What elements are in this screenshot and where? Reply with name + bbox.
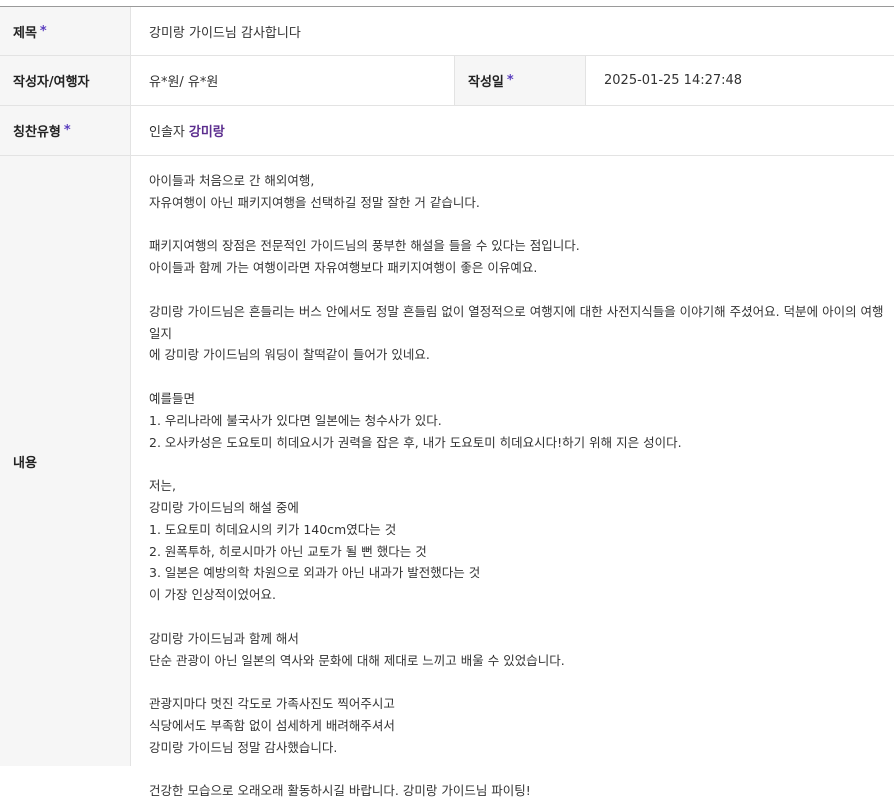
content-line: 저는, [149,478,176,494]
title-label: 제목 [13,25,37,41]
required-mark: * [506,73,514,88]
content-line: 이 가장 인상적이었어요. [149,587,276,603]
title-label-cell: 제목 * [0,7,131,55]
content-line: 1. 도요토미 히데요시의 키가 140cm였다는 것 [149,521,397,537]
content-line: 3. 일본은 예방의학 차원으로 외과가 아닌 내과가 발전했다는 것 [149,565,481,581]
author-value: 유*원/ 유*원 [149,75,219,90]
content-line: 자유여행이 아닌 패키지여행을 선택하길 정말 잘한 거 같습니다. [149,194,480,210]
author-label: 작성자/여행자 [0,56,131,105]
praise-value: 인솔자 강미랑 [131,106,894,155]
content-line: 강미랑 가이드님의 해설 중에 [149,499,299,515]
date-label: 작성일 [468,75,504,90]
content-line [149,279,894,301]
praise-label-cell: 칭찬유형 * [0,106,131,155]
content-line: 단순 관광이 아닌 일본의 역사와 문화에 대해 제대로 느끼고 배울 수 있었… [149,652,565,668]
date-value: 2025-01-25 14:27:48 [604,73,743,88]
review-detail-table: 제목 * 강미랑 가이드님 감사합니다 작성자/여행자 유*원/ 유*원 작성일 *… [0,6,894,798]
content-line: 식당에서도 부족함 없이 섬세하게 배려해주셔서 [149,717,395,733]
content-label: 내용 [0,156,131,766]
content-line: 관광지마다 멋진 각도로 가족사진도 찍어주시고 [149,696,395,712]
content-line: 예를들면 [149,390,196,406]
content-line [149,453,894,475]
praise-label: 칭찬유형 [13,125,61,140]
content-line: 패키지여행의 장점은 전문적인 가이드님의 풍부한 해설을 들을 수 있다는 점… [149,238,580,254]
title-row: 제목 * 강미랑 가이드님 감사합니다 [0,7,894,56]
content-line [149,759,894,781]
content-line: 2. 오사카성은 도요토미 히데요시가 권력을 잡은 후, 내가 도요토미 히데… [149,434,682,450]
content-row: 내용 아이들과 처음으로 간 해외여행, 자유여행이 아닌 패키지여행을 선택하길… [0,156,894,798]
praise-type-row: 칭찬유형 * 인솔자 강미랑 [0,106,894,156]
guide-name: 강미랑 [188,125,225,140]
content-line: 에 강미랑 가이드님의 워딩이 찰떡같이 들어가 있네요. [149,347,430,363]
author-date-row: 작성자/여행자 유*원/ 유*원 작성일 * 2025-01-25 14:27:4… [0,56,894,106]
content-line: 아이들과 함께 가는 여행이라면 자유여행보다 패키지여행이 좋은 이유예요. [149,260,538,276]
date-label-cell: 작성일 * [454,56,586,105]
content-line: 2. 원폭투하, 히로시마가 아닌 교토가 될 뻔 했다는 것 [149,543,427,559]
required-mark: * [39,23,47,39]
required-mark: * [63,123,71,138]
praise-prefix: 인솔자 [149,125,185,140]
content-line: 아이들과 처음으로 간 해외여행, [149,173,315,188]
content-body: 아이들과 처음으로 간 해외여행, 자유여행이 아닌 패키지여행을 선택하길 정말… [131,156,894,798]
content-line: 건강한 모습으로 오래오래 활동하시길 바랍니다. 강미랑 가이드님 파이팅! [149,783,531,799]
content-line: 강미랑 가이드님과 함께 해서 [149,630,299,646]
content-line [149,366,894,388]
content-line: 1. 우리나라에 불국사가 있다면 일본에는 청수사가 있다. [149,412,442,428]
content-line [149,671,894,693]
content-line: 강미랑 가이드님 정말 감사했습니다. [149,739,338,755]
content-line [149,606,894,628]
content-line [149,214,894,236]
content-line: 강미랑 가이드님은 흔들리는 버스 안에서도 정말 흔들림 없이 열정적으로 여… [149,303,884,341]
title-value: 강미랑 가이드님 감사합니다 [149,25,301,41]
